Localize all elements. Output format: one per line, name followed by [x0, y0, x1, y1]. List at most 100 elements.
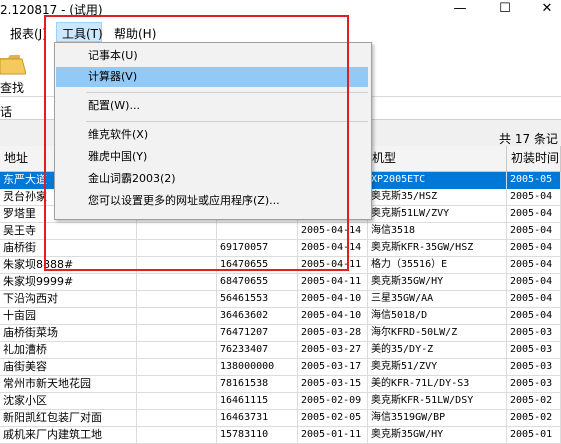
table-cell: 15783110 — [217, 427, 298, 444]
table-row[interactable]: 朱家坝8888# 16470655 2005-04-11 格力（35516）E 2005… — [0, 257, 561, 274]
table-cell: 奥克斯35GW/HY — [368, 427, 507, 444]
table-cell: 2005-05 — [507, 172, 561, 189]
table-cell: 2005-04-11 — [298, 257, 368, 274]
table-cell: 16470655 — [217, 257, 298, 274]
table-cell: 2005-04 — [507, 291, 561, 308]
table-cell: 2005-03 — [507, 376, 561, 393]
table-cell: 2005-01-11 — [298, 427, 368, 444]
table-cell: 三星35GW/AA — [368, 291, 507, 308]
table-row[interactable]: 朱家坝9999# 68470655 2005-04-11 奥克斯35GW/HY 2005… — [0, 274, 561, 291]
table-cell: 78161538 — [217, 376, 298, 393]
table-cell: 2005-03-28 — [298, 325, 368, 342]
table-cell — [137, 240, 217, 257]
table-cell: 2005-04 — [507, 206, 561, 223]
table-cell — [137, 410, 217, 427]
table-cell: 海信5018/D — [368, 308, 507, 325]
table-cell — [137, 342, 217, 359]
menu-report[interactable]: 报表(J) — [10, 25, 47, 42]
menu-item-custom-urls[interactable]: 您可以设置更多的网址或应用程序(Z)... — [56, 191, 368, 211]
table-row[interactable]: 沈家小区 16461115 2005-02-09 奥克斯KFR-51LW/DSY 200… — [0, 393, 561, 410]
table-cell: 朱家坝9999# — [0, 274, 137, 291]
table-cell: 69170057 — [217, 240, 298, 257]
table-cell: 2005-03 — [507, 342, 561, 359]
table-row[interactable]: 庙街美容 138000000 2005-03-17 奥克斯51/ZVY 2005-03 — [0, 359, 561, 376]
table-cell: 吴王寺 — [0, 223, 137, 240]
table-cell: 2005-04-10 — [298, 291, 368, 308]
minimize-button[interactable]: — — [445, 0, 475, 18]
table-cell: 56461553 — [217, 291, 298, 308]
table-row[interactable]: 庙桥街菜场 76471207 2005-03-28 海尔KFRD-50LW/Z 2005… — [0, 325, 561, 342]
table-cell: 格力（35516）E — [368, 257, 507, 274]
table-cell — [137, 427, 217, 444]
table-row[interactable]: 庙桥街 69170057 2005-04-14 奥克斯KFR-35GW/HSZ 2005… — [0, 240, 561, 257]
menu-item-config[interactable]: 配置(W)... — [56, 96, 368, 116]
table-cell: 2005-04-10 — [298, 308, 368, 325]
table-cell: 2005-03-27 — [298, 342, 368, 359]
table-cell: 68470655 — [217, 274, 298, 291]
table-cell: 2005-04 — [507, 223, 561, 240]
table-cell: 庙街美容 — [0, 359, 137, 376]
close-button[interactable]: ✕ — [532, 0, 561, 18]
table-row[interactable]: 戚机来厂内建筑工地 15783110 2005-01-11 奥克斯35GW/HY 200… — [0, 427, 561, 444]
table-cell — [137, 359, 217, 376]
table-cell: 十亩园 — [0, 308, 137, 325]
table-cell: 2005-02-05 — [298, 410, 368, 427]
menu-item-weike-software[interactable]: 维克软件(X) — [56, 125, 368, 145]
table-cell — [137, 376, 217, 393]
table-cell: 庙桥街菜场 — [0, 325, 137, 342]
table-cell: 美的35/DY-Z — [368, 342, 507, 359]
table-cell: 下沿沟西对 — [0, 291, 137, 308]
table-row[interactable]: 下沿沟西对 56461553 2005-04-10 三星35GW/AA 2005-04 — [0, 291, 561, 308]
table-cell: 海尔KFRD-50LW/Z — [368, 325, 507, 342]
table-cell: 奥克斯35/HSZ — [368, 189, 507, 206]
table-cell: 2005-03 — [507, 359, 561, 376]
menu-item-calculator[interactable]: 计算器(V) — [56, 67, 368, 87]
folder-icon[interactable] — [0, 52, 27, 76]
table-cell: 138000000 — [217, 359, 298, 376]
table-cell: 2005-03-17 — [298, 359, 368, 376]
table-cell: 2005-04 — [507, 308, 561, 325]
maximize-button[interactable]: ☐ — [490, 0, 520, 18]
table-row[interactable]: 十亩园 36463602 2005-04-10 海信5018/D 2005-04 — [0, 308, 561, 325]
table-cell: 2005-04 — [507, 240, 561, 257]
table-cell — [137, 223, 217, 240]
table-row[interactable]: 礼加漕桥 76233407 2005-03-27 美的35/DY-Z 2005-03 — [0, 342, 561, 359]
table-cell — [137, 257, 217, 274]
table-cell: 16463731 — [217, 410, 298, 427]
menu-item-notepad[interactable]: 记事本(U) — [56, 46, 368, 66]
table-cell: 常州市新天地花园 — [0, 376, 137, 393]
record-count: 共 17 条记 — [499, 132, 558, 146]
table-cell — [137, 274, 217, 291]
window-title: 2.120817 - (试用) — [0, 3, 103, 17]
menu-separator — [86, 92, 368, 93]
menu-separator — [86, 121, 368, 122]
table-row[interactable]: 常州市新天地花园 78161538 2005-03-15 美的KFR-71L/DY-S… — [0, 376, 561, 393]
table-cell: 奥克斯51/ZVY — [368, 359, 507, 376]
table-cell: 2005-01 — [507, 427, 561, 444]
table-cell: 戚机来厂内建筑工地 — [0, 427, 137, 444]
table-cell — [137, 393, 217, 410]
table-cell: 2005-03-15 — [298, 376, 368, 393]
table-cell: 76233407 — [217, 342, 298, 359]
table-cell: 2005-04-14 — [298, 223, 368, 240]
table-row[interactable]: 新阳凯红包装厂对面 16463731 2005-02-05 海信3519GW/BP 20… — [0, 410, 561, 427]
menu-item-kingsoft-dictionary[interactable]: 金山词霸2003(2) — [56, 169, 368, 189]
menu-help[interactable]: 帮助(H) — [114, 25, 156, 42]
table-cell: 16461115 — [217, 393, 298, 410]
column-header-model[interactable]: 机型 — [368, 146, 507, 172]
column-header-install-date[interactable]: 初装时间 — [507, 146, 561, 172]
table-row[interactable]: 吴王寺 2005-04-14 海信3518 2005-04 — [0, 223, 561, 240]
table-cell: 礼加漕桥 — [0, 342, 137, 359]
table-cell: 2005-04 — [507, 274, 561, 291]
menu-tools[interactable]: 工具(T) — [62, 25, 103, 42]
table-cell — [137, 325, 217, 342]
table-cell: 奥克斯51LW/ZVY — [368, 206, 507, 223]
menu-item-yahoo-china[interactable]: 雅虎中国(Y) — [56, 147, 368, 167]
table-cell: 海信3518 — [368, 223, 507, 240]
sub-toolbar-label: 话 — [0, 105, 13, 119]
table-cell: XP2005ETC — [368, 172, 507, 189]
table-cell — [137, 291, 217, 308]
table-cell: 2005-02 — [507, 393, 561, 410]
table-cell: 奥克斯35GW/HY — [368, 274, 507, 291]
search-button-label[interactable]: 查找 — [0, 79, 24, 96]
